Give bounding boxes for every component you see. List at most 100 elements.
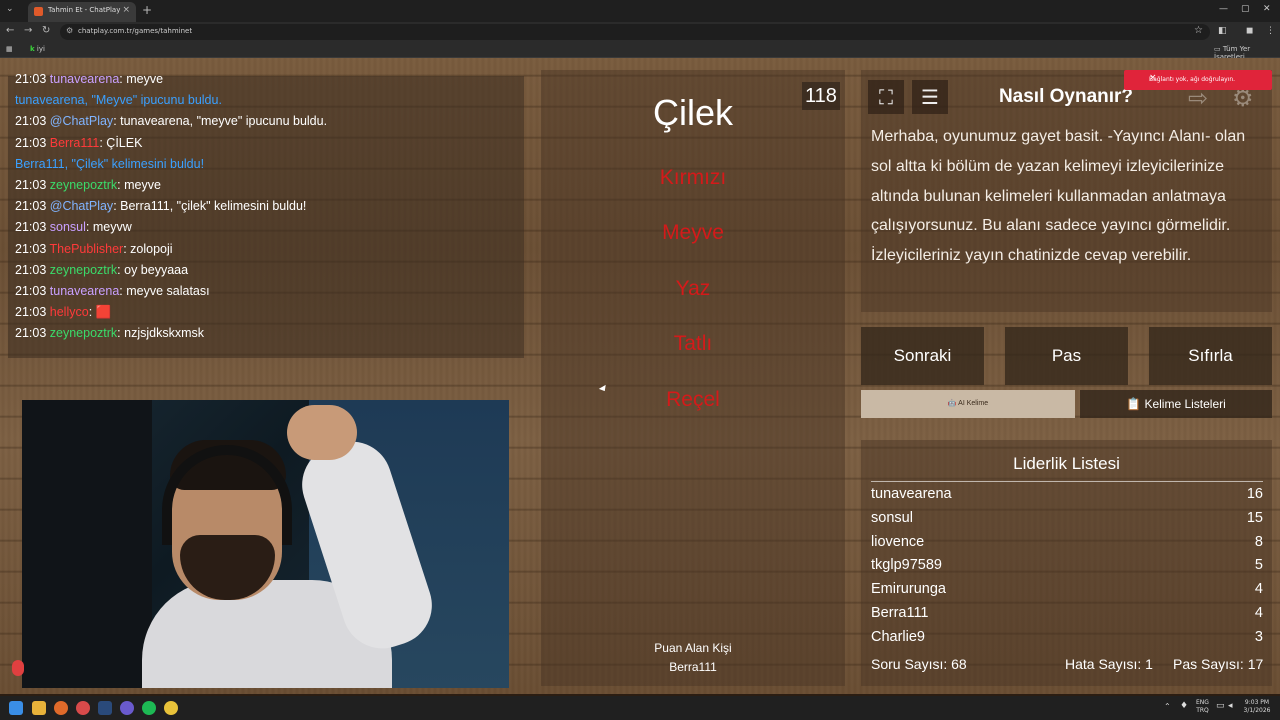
fullscreen-icon[interactable]: ⛶ [868, 80, 904, 114]
chat-username[interactable]: zeynepoztrk [50, 178, 117, 192]
reload-icon[interactable]: ↻ [42, 25, 50, 36]
extensions-icon[interactable]: ◧ [1218, 26, 1227, 36]
reset-button[interactable]: Sıfırla [1149, 327, 1272, 385]
volume-icon[interactable]: ◂ [1228, 702, 1233, 711]
lang-primary: ENG [1196, 699, 1209, 706]
browser-tab[interactable]: Tahmin Et - ChatPlay × [28, 2, 136, 22]
taboo-word: Kırmızı [659, 166, 727, 189]
tray-app-icon[interactable]: ♦ [1180, 702, 1188, 711]
chat-message: 21:03 zeynepoztrk: oy beyyaaa [15, 263, 188, 277]
maximize-icon[interactable]: ▢ [1241, 4, 1250, 14]
chat-text: Berra111, "Çilek" kelimesini buldu! [15, 156, 205, 171]
tab-title: Tahmin Et - ChatPlay [48, 6, 121, 14]
chat-message: 21:03 @ChatPlay: tunavearena, "meyve" ip… [15, 114, 327, 128]
app-icon[interactable] [76, 701, 90, 715]
spotify-icon[interactable] [142, 701, 156, 715]
network-icon[interactable]: ▭ [1216, 702, 1225, 711]
clock[interactable]: 9:03 PM 3/1/2026 [1242, 699, 1272, 715]
chat-time: 21:03 [15, 220, 47, 235]
taboo-word: Tatlı [673, 332, 713, 355]
browser-menu-icon[interactable]: ⋮ [1266, 26, 1275, 36]
tab-search-icon[interactable]: ⌄ [6, 4, 14, 14]
taskbar: ⌃ ♦ ENG TRQ ▭ ◂ 9:03 PM 3/1/2026 [0, 696, 1280, 720]
chat-time: 21:03 [15, 199, 47, 214]
new-tab-icon[interactable]: + [142, 3, 152, 17]
chat-username[interactable]: hellyco [50, 305, 89, 319]
chat-username[interactable]: @ChatPlay [50, 114, 113, 128]
chat-text: : ÇİLEK [99, 135, 143, 150]
start-icon[interactable] [9, 701, 23, 715]
chat-username[interactable]: sonsul [50, 220, 86, 234]
chat-username[interactable]: zeynepoztrk [50, 326, 117, 340]
leaderboard-name: Charlie9 [871, 628, 925, 645]
scorer-label: Puan Alan Kişi [654, 641, 732, 655]
chat-time: 21:03 [15, 284, 47, 298]
close-tab-icon[interactable]: × [122, 5, 130, 15]
chrome-icon[interactable] [164, 701, 178, 715]
bookmarks-bar: ▦ k iyi ▭ Tüm Yer İşaretleri [0, 42, 1280, 61]
chat-message: 21:03 zeynepoztrk: meyve [15, 178, 161, 192]
clock-date: 3/1/2026 [1243, 707, 1271, 714]
chat-time: 21:03 [15, 114, 47, 129]
next-button[interactable]: Sonraki [861, 327, 984, 385]
chat-username[interactable]: Berra111 [50, 136, 100, 150]
clock-time: 9:03 PM [1244, 699, 1270, 706]
steam-icon[interactable] [98, 701, 112, 715]
site-info-icon[interactable]: ⚙ [66, 26, 73, 35]
chair [22, 400, 152, 688]
leaderboard-row: tunavearena 16 [871, 486, 1263, 506]
minimize-icon[interactable]: — [1219, 4, 1228, 14]
target-word: Çilek [652, 92, 733, 133]
leaderboard-row: tkglp97589 5 [871, 557, 1263, 577]
chat-text: : meyve [119, 72, 164, 86]
chat-message: 21:03 tunavearena: meyve salatası [15, 284, 210, 298]
leaderboard-score: 4 [1254, 581, 1263, 598]
chat-username[interactable]: ThePublisher [50, 242, 124, 256]
profile-icon[interactable]: ◼ [1246, 26, 1253, 36]
howto-text: Merhaba, oyunumuz gayet basit. -Yayıncı … [871, 128, 1246, 265]
document-icon[interactable]: ☰ [912, 80, 948, 114]
back-icon[interactable]: ← [6, 25, 14, 36]
ai-words-button[interactable]: 🤖 AI Kelime [861, 390, 1075, 418]
chat-username[interactable]: @ChatPlay [50, 199, 113, 213]
chat-time: 21:03 [15, 305, 47, 320]
word-lists-button[interactable]: 📋 Kelime Listeleri [1080, 390, 1272, 418]
apps-icon[interactable]: ▦ [6, 45, 13, 53]
forward-icon[interactable]: → [24, 25, 32, 36]
chat-username[interactable]: zeynepoztrk [50, 263, 117, 277]
url-text: chatplay.com.tr/games/tahminet [78, 27, 193, 35]
language-indicator[interactable]: ENG TRQ [1196, 699, 1209, 715]
webcam-feed [22, 400, 509, 688]
close-window-icon[interactable]: ✕ [1263, 4, 1271, 14]
browser-toolbar: ← → ↻ ⚙ chatplay.com.tr/games/tahminet ☆… [0, 22, 1280, 42]
scorer-name: Berra111 [669, 660, 717, 674]
leaderboard-row: Charlie9 3 [871, 629, 1263, 649]
leaderboard-name: Berra111 [871, 605, 929, 621]
leaderboard-name: Emirurunga [871, 581, 946, 598]
toast-close-icon[interactable]: × [1149, 73, 1267, 83]
taboo-word: Reçel [666, 388, 720, 411]
chat-text: : nzjsjdkskxmsk [117, 326, 204, 341]
tray-chevron-icon[interactable]: ⌃ [1164, 703, 1171, 711]
chat-username[interactable]: tunavearena [50, 72, 120, 86]
bookmark-label: iyi [36, 45, 45, 53]
firefox-icon[interactable] [54, 701, 68, 715]
question-count: Soru Sayısı: 68 [871, 656, 967, 672]
chat-text: : Berra111, "çilek" kelimesini buldu! [113, 199, 307, 214]
address-bar[interactable]: ⚙ chatplay.com.tr/games/tahminet [60, 24, 1210, 40]
chat-text: : meyve [117, 178, 161, 192]
error-count: Hata Sayısı: 1 [1065, 656, 1153, 672]
pass-button[interactable]: Pas [1005, 327, 1128, 385]
connection-error-toast: Bağlantı yok, ağı doğrulayın. × [1124, 70, 1272, 90]
discord-icon[interactable] [120, 701, 134, 715]
live-indicator [12, 660, 24, 676]
bookmark-item[interactable]: k iyi [30, 45, 45, 53]
chat-text: : meyvw [85, 220, 132, 235]
chat-message: 21:03 tunavearena: meyve [15, 72, 163, 86]
leaderboard-row: Berra111 4 [871, 605, 1263, 625]
chat-time: 21:03 [15, 241, 47, 256]
bookmark-star-icon[interactable]: ☆ [1194, 25, 1203, 36]
chat-message: 21:03 ThePublisher: zolopoji [15, 242, 173, 256]
file-explorer-icon[interactable] [32, 701, 46, 715]
chat-username[interactable]: tunavearena [50, 284, 120, 298]
